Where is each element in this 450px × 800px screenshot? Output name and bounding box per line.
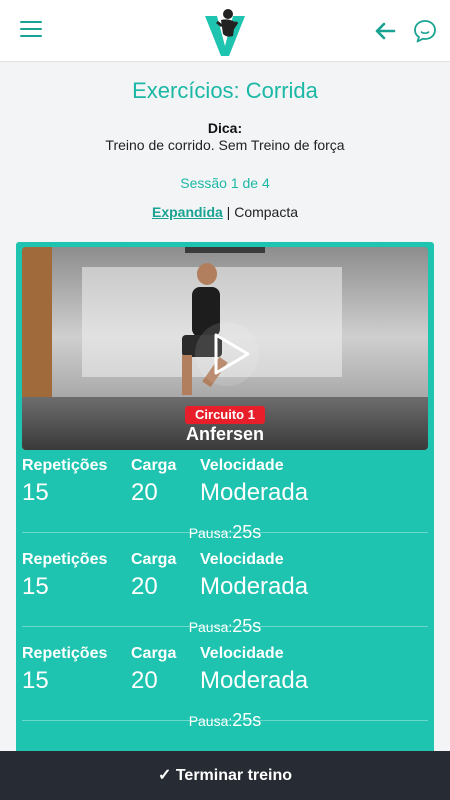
tip-text: Treino de corrido. Sem Treino de força [105,137,345,153]
load-label: Carga [131,645,177,662]
repetitions-value: 15 [22,573,49,600]
rest-label: Pausa: [188,713,233,729]
repetitions-value: 15 [22,479,49,506]
view-separator: | [222,204,235,220]
repetitions-column: Repetições 15 [22,644,107,696]
load-value: 20 [131,573,158,600]
speed-label: Velocidade [200,457,284,474]
finish-workout-button[interactable]: ✓ Terminar treino [0,751,450,800]
divider [22,532,428,533]
session-counter: Sessão 1 de 4 [180,175,270,191]
load-label: Carga [131,551,177,568]
divider [22,720,428,721]
circuit-badge: Circuito 1 [185,406,265,424]
view-compact-link[interactable]: Compacta [234,204,298,220]
speed-column: Velocidade Moderada [200,644,308,696]
repetitions-label: Repetições [22,457,108,474]
view-expanded-link[interactable]: Expandida [152,204,223,220]
speed-column: Velocidade Moderada [200,550,308,602]
speed-value: Moderada [200,573,309,600]
divider [22,626,428,627]
play-icon[interactable] [192,319,262,389]
set-row: Repetições 15 Carga 20 Velocidade Modera… [16,644,434,738]
repetitions-value: 15 [22,667,49,694]
speed-label: Velocidade [200,645,284,662]
load-label: Carga [131,457,177,474]
load-column: Carga 20 [131,550,176,602]
repetitions-column: Repetições 15 [22,550,107,602]
exercise-name: Anfersen [185,424,265,444]
rest-label: Pausa: [188,619,233,635]
load-value: 20 [131,479,158,506]
v-fitness-logo-icon[interactable] [203,6,247,58]
repetitions-label: Repetições [22,551,108,568]
hamburger-menu-icon[interactable] [20,21,42,39]
video-top-bar [185,247,265,253]
repetitions-label: Repetições [22,645,108,662]
chat-bubble-icon[interactable] [412,18,438,44]
repetitions-column: Repetições 15 [22,456,107,508]
load-column: Carga 20 [131,456,176,508]
speed-column: Velocidade Moderada [200,456,308,508]
load-value: 20 [131,667,158,694]
top-app-bar [0,0,450,62]
rest-label: Pausa: [188,525,233,541]
load-column: Carga 20 [131,644,176,696]
exercise-video[interactable]: Circuito 1 Anfersen [22,247,428,450]
set-row: Repetições 15 Carga 20 Velocidade Modera… [16,456,434,550]
speed-value: Moderada [200,667,309,694]
runner-head [197,263,217,285]
page-title: Exercícios: Corrida [132,78,318,103]
speed-value: Moderada [200,479,309,506]
arrow-left-icon[interactable] [373,19,397,43]
speed-label: Velocidade [200,551,284,568]
set-row: Repetições 15 Carga 20 Velocidade Modera… [16,550,434,644]
tip-label: Dica: [207,120,243,136]
exercise-card: Circuito 1 Anfersen Repetições 15 Carga … [16,242,434,762]
runner-leg [182,355,192,395]
view-toggle: Expandida | Compacta [0,204,450,220]
